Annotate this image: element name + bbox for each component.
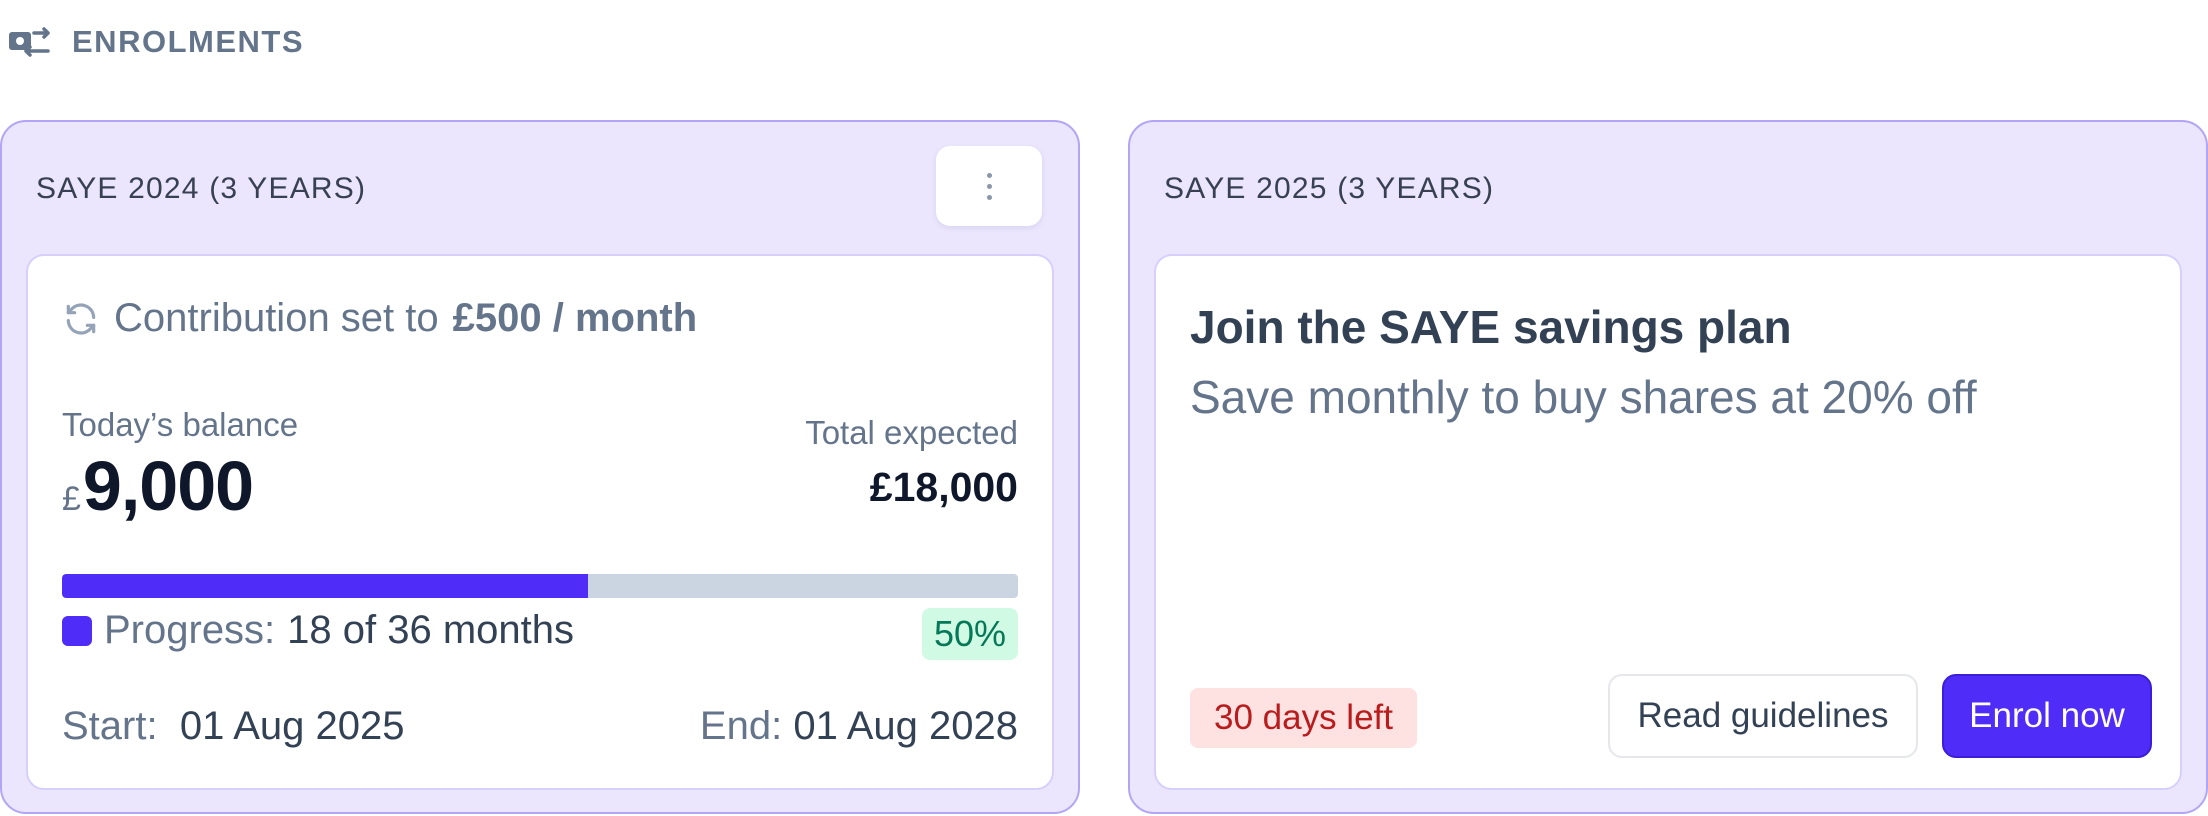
plan-details-panel: Contribution set to £500 / month Today’s…: [26, 254, 1054, 790]
start-date: Start: 01 Aug 2025: [62, 704, 405, 749]
promo-subtitle: Save monthly to buy shares at 20% off: [1190, 371, 1977, 423]
refresh-icon: [66, 302, 96, 335]
promo-title: Join the SAYE savings plan: [1190, 301, 1792, 353]
section-title: ENROLMENTS: [72, 24, 304, 59]
plan-title: SAYE 2024 (3 YEARS): [36, 172, 367, 205]
days-left-badge: 30 days left: [1190, 688, 1417, 748]
progress-swatch: [62, 615, 92, 646]
end-value: 01 Aug 2028: [793, 704, 1018, 748]
progress-bar: [62, 574, 1018, 598]
enrol-promo-panel: Join the SAYE savings plan Save monthly …: [1154, 254, 2182, 790]
plan-card-saye-2025: SAYE 2025 (3 YEARS) Join the SAYE saving…: [1128, 120, 2208, 814]
more-options-button[interactable]: [936, 146, 1042, 226]
balance-label: Today’s balance: [62, 406, 299, 443]
section-header: ENROLMENTS: [6, 20, 304, 64]
more-vertical-icon: [986, 170, 992, 203]
expected-label: Total expected: [805, 414, 1018, 451]
plan-card-saye-2024: SAYE 2024 (3 YEARS) Contribution set to …: [0, 120, 1080, 814]
progress-label: Progress:: [104, 608, 276, 652]
balance-value: £ 9,000: [62, 446, 254, 526]
end-label: End:: [699, 704, 783, 748]
progress-value: 18 of 36 months: [287, 608, 575, 652]
read-guidelines-button[interactable]: Read guidelines: [1608, 674, 1918, 758]
end-date: End: 01 Aug 2028: [700, 704, 1018, 749]
start-value: 01 Aug 2025: [179, 704, 405, 748]
contribution-label: Contribution set to: [114, 296, 439, 340]
progress-legend: Progress: 18 of 36 months: [62, 608, 574, 653]
plan-title: SAYE 2025 (3 YEARS): [1164, 172, 1495, 205]
expected-amount: £18,000: [869, 464, 1018, 510]
balance-amount: 9,000: [82, 447, 254, 525]
balance-currency: £: [62, 480, 81, 518]
enrol-now-button[interactable]: Enrol now: [1942, 674, 2152, 758]
progress-percent-badge: 50%: [921, 608, 1018, 660]
contribution-row: Contribution set to £500 / month: [62, 296, 697, 341]
start-label: Start:: [62, 704, 158, 748]
enrolment-swap-icon: [9, 27, 50, 57]
contribution-amount: £500 / month: [452, 296, 698, 340]
progress-fill: [62, 574, 588, 598]
